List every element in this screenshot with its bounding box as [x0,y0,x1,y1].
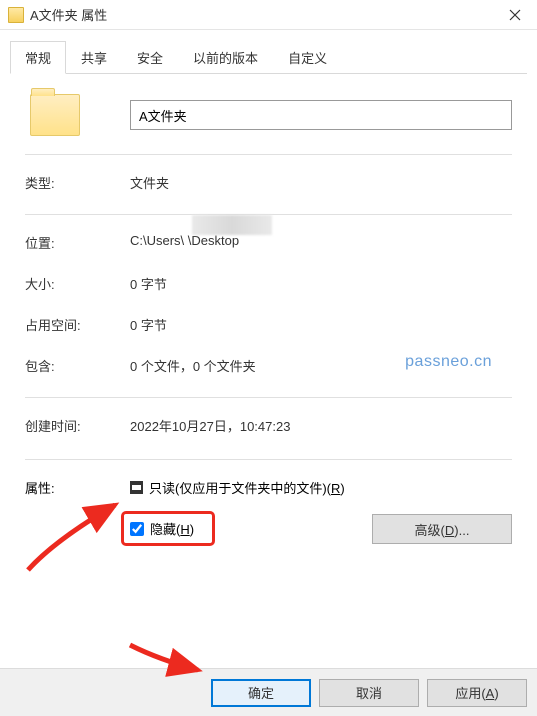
apply-button[interactable]: 应用(A) [427,679,527,707]
location-label: 位置: [25,233,130,252]
cancel-button[interactable]: 取消 [319,679,419,707]
general-panel: 类型: 文件夹 位置: C:\Users\ \Desktop 大小: 0 字节 … [0,74,537,556]
titlebar: A文件夹 属性 [0,0,537,30]
dialog-button-bar: 确定 取消 应用(A) [0,668,537,716]
hidden-label: 隐藏(H) [150,519,194,538]
folder-name-input[interactable] [130,100,512,130]
readonly-checkbox-row[interactable]: 只读(仅应用于文件夹中的文件)(R) [130,478,512,497]
size-on-disk-value: 0 字节 [130,315,512,334]
contains-label: 包含: [25,356,130,375]
location-value: C:\Users\ \Desktop [130,233,512,252]
tab-sharing[interactable]: 共享 [66,41,122,74]
tab-general[interactable]: 常规 [10,41,66,74]
readonly-checkbox-icon [130,481,143,494]
created-value: 2022年10月27日，10:47:23 [130,416,512,435]
close-button[interactable] [492,0,537,30]
divider [25,154,512,155]
ok-button[interactable]: 确定 [211,679,311,707]
type-label: 类型: [25,173,130,192]
type-value: 文件夹 [130,173,512,192]
created-label: 创建时间: [25,416,130,435]
size-label: 大小: [25,274,130,293]
attributes-label: 属性: [25,478,130,546]
tab-customize[interactable]: 自定义 [273,41,342,74]
redaction-blur [192,215,272,235]
tab-previous-versions[interactable]: 以前的版本 [178,41,273,74]
window-title: A文件夹 属性 [30,5,492,24]
readonly-label: 只读(仅应用于文件夹中的文件)(R) [149,478,345,497]
divider [25,397,512,398]
advanced-button[interactable]: 高级(D)... [372,514,512,544]
size-value: 0 字节 [130,274,512,293]
folder-icon [8,7,24,23]
divider [25,459,512,460]
large-folder-icon [30,94,80,136]
size-on-disk-label: 占用空间: [25,315,130,334]
tabs-row: 常规 共享 安全 以前的版本 自定义 [0,30,537,74]
tab-security[interactable]: 安全 [122,41,178,74]
hidden-checkbox[interactable] [130,522,144,536]
hidden-highlight-box: 隐藏(H) [121,511,215,546]
contains-value: 0 个文件，0 个文件夹 [130,356,512,375]
